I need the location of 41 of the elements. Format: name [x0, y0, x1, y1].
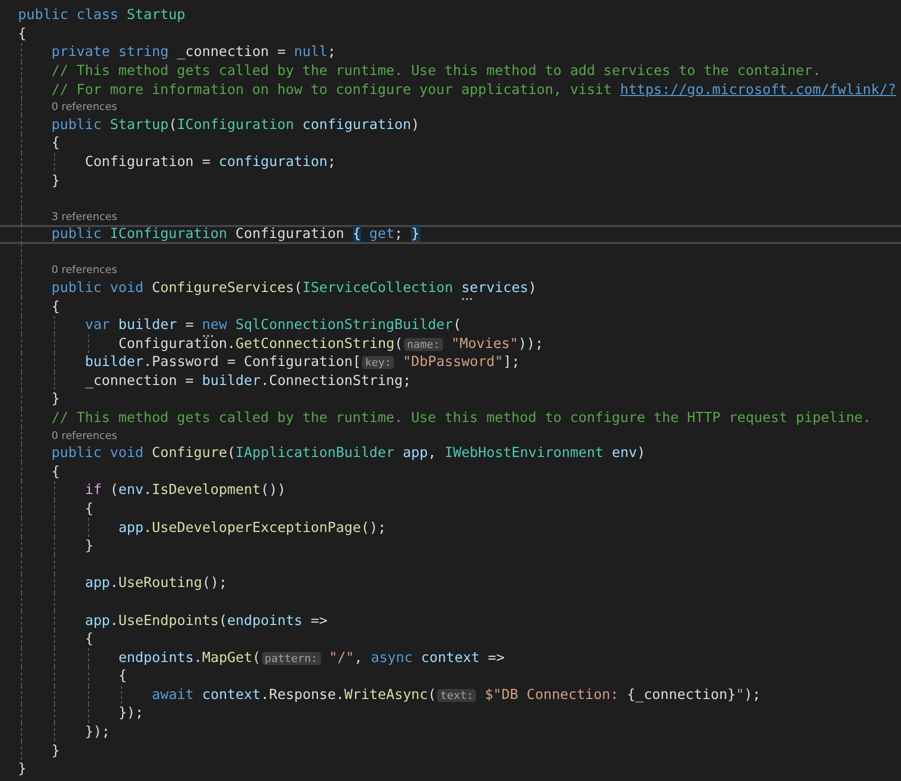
code-line: }	[18, 761, 26, 778]
code-line: {	[118, 668, 127, 684]
url-link[interactable]: https://go.microsoft.com/fwlink/?	[620, 82, 896, 98]
code-line: if (env.IsDevelopment())	[84, 482, 286, 498]
code-line: _connection = builder.ConnectionString;	[84, 372, 412, 389]
code-line: Configuration.GetConnectionString( name: "Movies"));	[118, 336, 544, 352]
code-line: {	[18, 26, 26, 42]
code-line: private string _connection = null;	[51, 44, 336, 60]
code-line: }	[51, 172, 60, 189]
references-link[interactable]: 0 references	[51, 264, 118, 276]
code-line: {	[51, 135, 60, 152]
parameter-hint: name:	[404, 338, 443, 351]
references-link[interactable]: 0 references	[51, 101, 118, 114]
code-comment: // This method gets called by the runtime. Use this method to configure the HTTP request pipeline.	[51, 410, 872, 426]
code-line: endpoints.MapGet( pattern: "/", async context =>	[118, 650, 505, 666]
parameter-hint: pattern:	[262, 652, 321, 665]
code-line: builder.Password = Configuration[ key: "DbPassword"];	[84, 354, 520, 370]
code-line: });	[118, 705, 144, 722]
code-line: });	[84, 724, 110, 740]
code-line: await context.Response.WriteAsync( text: $"DB Connection: {_connection}");	[152, 686, 761, 703]
code-comment: // For more information on how to configure your application, visit https://go.microsoft.com/fwlink/?	[51, 82, 896, 98]
code-line: public IConfiguration Configuration { get; }	[51, 226, 420, 242]
code-line: {	[51, 298, 60, 315]
code-line: }	[51, 391, 60, 408]
code-line: {	[84, 631, 94, 648]
references-link[interactable]: 3 references	[51, 210, 118, 223]
code-line: public Startup(IConfiguration configuration)	[51, 116, 420, 133]
code-line: {	[51, 464, 60, 480]
code-line: app.UseDeveloperExceptionPage();	[118, 520, 386, 536]
code-line: app.UseEndpoints(endpoints =>	[84, 612, 328, 629]
code-line: }	[51, 742, 60, 759]
parameter-hint: key:	[362, 356, 394, 370]
code-line: public void Configure(IApplicationBuilder app, IWebHostEnvironment env)	[51, 445, 646, 462]
code-line: app.UseRouting();	[84, 575, 228, 592]
code-line: public class Startup	[18, 7, 186, 24]
references-link[interactable]: 0 references	[51, 430, 118, 442]
code-line: Configuration = configuration;	[84, 154, 336, 170]
parameter-hint: text:	[437, 688, 476, 702]
code-comment: // This method gets called by the runtime. Use this method to add services to the container.	[51, 63, 821, 80]
code-line: {	[84, 500, 94, 517]
code-line: }	[84, 538, 94, 554]
